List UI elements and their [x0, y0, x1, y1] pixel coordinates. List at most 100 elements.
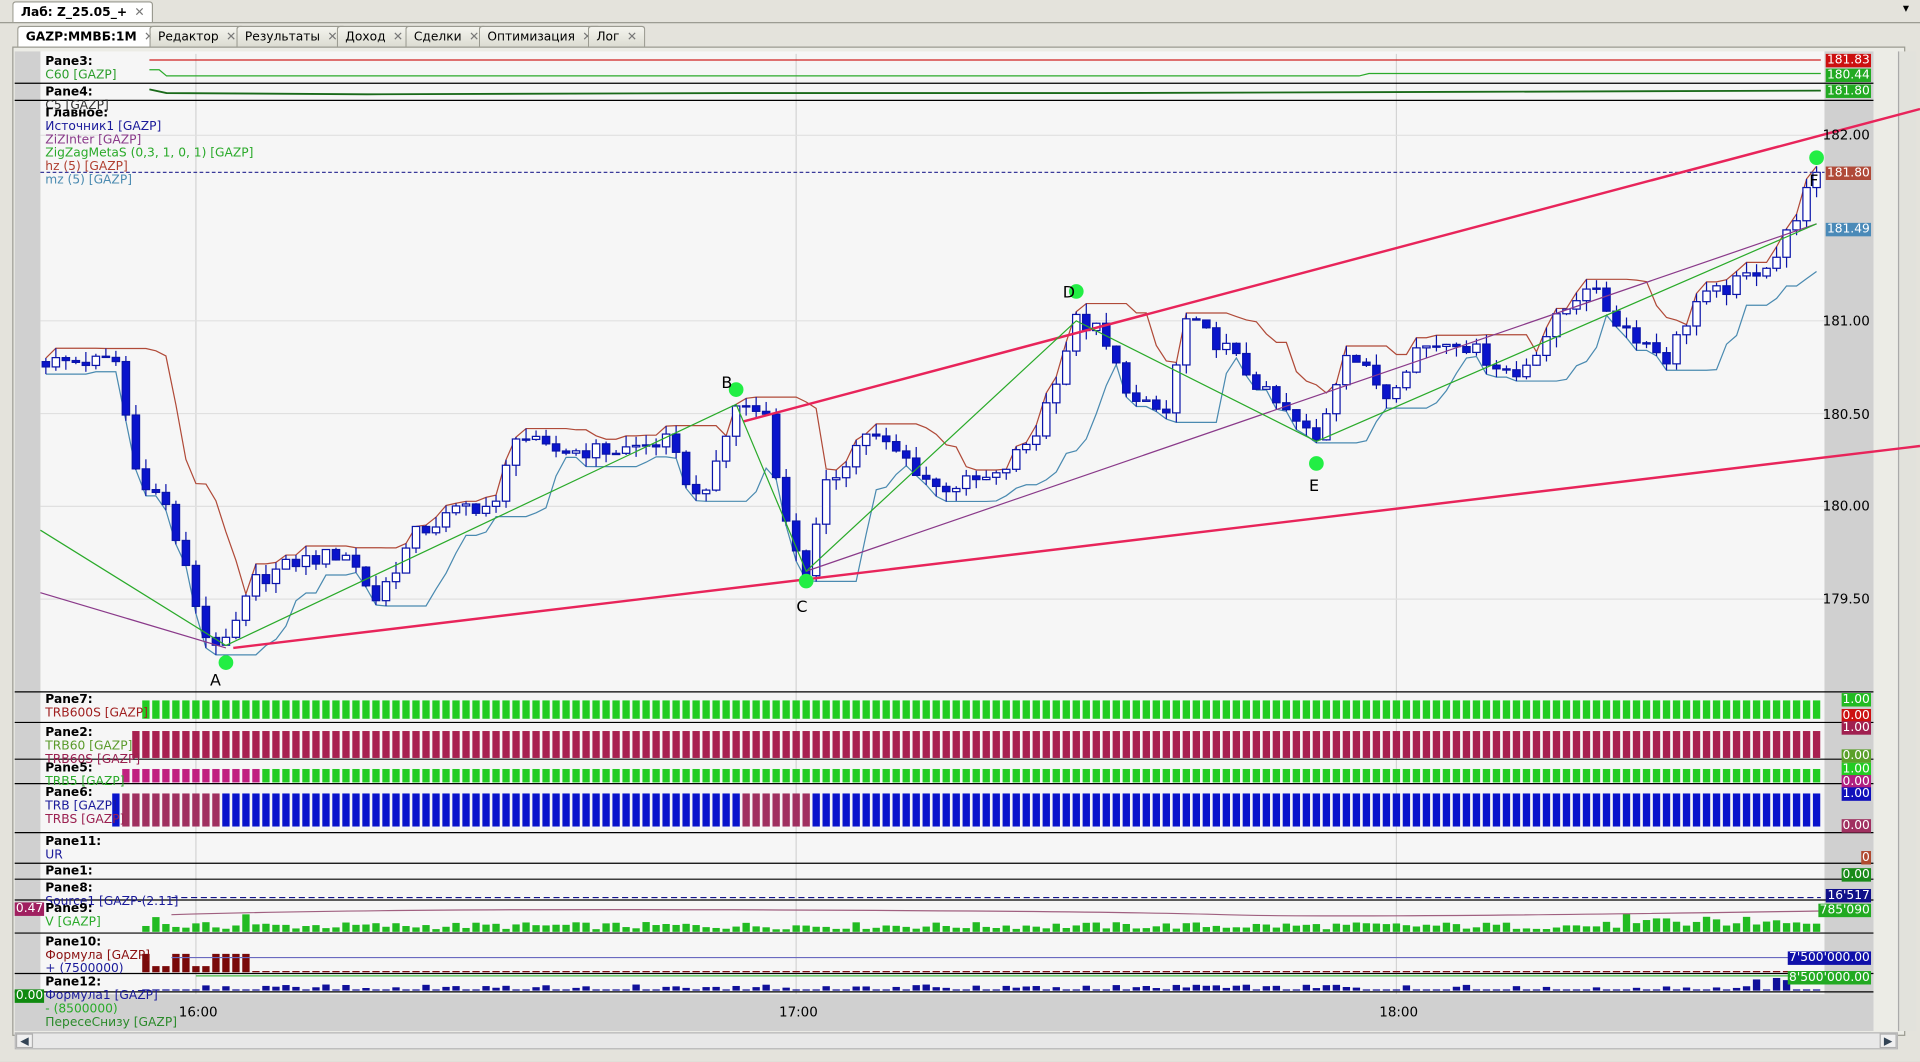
chart-canvas[interactable] — [0, 0, 1920, 1062]
formula-bar — [1272, 971, 1281, 973]
trb600s-bar — [1322, 700, 1331, 719]
formula1-bar — [642, 989, 650, 991]
formula-bar — [992, 971, 1000, 973]
trb5-bar — [1442, 768, 1451, 783]
trb60s-bar — [812, 731, 820, 758]
formula-bar — [1462, 971, 1471, 973]
trb60s-bar — [162, 731, 170, 758]
trb600s-bar — [712, 700, 720, 719]
trb-bar — [712, 793, 720, 827]
volume-bar — [692, 925, 700, 932]
trb600s-bar — [1202, 700, 1211, 719]
candle — [1592, 287, 1601, 290]
trb600s-bar — [1272, 700, 1281, 719]
trb600s-bar — [512, 700, 520, 719]
formula-bar — [382, 971, 390, 973]
volume-bar — [1002, 925, 1010, 932]
volume-bar — [1792, 922, 1801, 932]
trb600s-bar — [1252, 700, 1261, 719]
trb60s-bar — [802, 731, 810, 758]
formula1-bar — [272, 986, 280, 991]
formula1-bar — [1202, 985, 1211, 991]
trb-bar — [332, 793, 340, 827]
price-label: 181.80 — [1825, 84, 1872, 98]
hz-line — [45, 165, 1818, 597]
candle — [411, 525, 421, 549]
trb-bar — [772, 793, 780, 827]
trb60s-bar — [832, 731, 840, 758]
volume-bar — [1672, 921, 1681, 932]
trb5-bar — [212, 768, 220, 783]
trb60s-bar — [282, 731, 290, 758]
trb5-bar — [662, 768, 670, 783]
trb600s-bar — [1302, 700, 1311, 719]
trb5-bar — [142, 768, 150, 783]
trb-bar — [422, 793, 430, 827]
volume-bar — [162, 924, 170, 932]
trb-bar — [1302, 793, 1311, 827]
trb-bar — [1182, 793, 1190, 827]
volume-bar — [1622, 913, 1631, 932]
formula-bar — [1012, 971, 1020, 973]
trb-bar — [1082, 793, 1090, 827]
price-label: 0.00 — [1841, 868, 1872, 882]
formula-bar — [1092, 971, 1100, 973]
formula1-bar — [812, 989, 820, 991]
candle — [1382, 384, 1391, 400]
trb-bar — [702, 793, 710, 827]
formula1-bar — [522, 989, 530, 991]
trb600s-bar — [1242, 700, 1251, 719]
trb600s-bar — [792, 700, 800, 719]
formula1-bar — [842, 989, 850, 991]
trb600s-bar — [652, 700, 660, 719]
candle — [341, 554, 351, 561]
formula1-bar — [1112, 985, 1120, 991]
trb-bar — [1092, 793, 1100, 827]
volume-bar — [752, 926, 760, 932]
volume-bar — [1492, 924, 1501, 932]
formula-bar — [512, 971, 520, 973]
trb60s-bar — [142, 731, 150, 758]
volume-bar — [1102, 928, 1110, 932]
formula1-bar — [392, 987, 400, 991]
trb5-bar — [1292, 768, 1301, 783]
trb-bar — [542, 793, 550, 827]
volume-bar — [882, 925, 890, 932]
formula-bar — [1062, 971, 1070, 973]
trb600s-bar — [1412, 700, 1421, 719]
formula1-bar — [372, 989, 380, 991]
trb-bar — [1632, 793, 1641, 827]
formula1-bar — [852, 986, 860, 991]
formula1-bar — [1252, 989, 1261, 991]
trb600s-bar — [1602, 700, 1611, 719]
trb-bar — [192, 793, 200, 827]
trb5-bar — [1522, 768, 1531, 783]
volume-bar — [1162, 923, 1170, 932]
trb-bar — [1002, 793, 1010, 827]
trb600s-bar — [332, 700, 340, 719]
trb60s-bar — [952, 731, 960, 758]
trb600s-bar — [1522, 700, 1531, 719]
trb5-bar — [842, 768, 850, 783]
candle — [301, 555, 311, 568]
candle — [721, 435, 731, 462]
trb5-bar — [712, 768, 720, 783]
candle — [1362, 361, 1371, 366]
formula1-bar — [722, 989, 730, 991]
formula1-bar — [602, 989, 610, 991]
formula-bar — [572, 971, 580, 973]
volume-bar — [902, 926, 910, 932]
trb600s-bar — [162, 700, 170, 719]
trb-bar — [1672, 793, 1681, 827]
trb60s-bar — [1292, 731, 1301, 758]
trb600s-bar — [692, 700, 700, 719]
trb-bar — [1522, 793, 1531, 827]
trb-bar — [452, 793, 460, 827]
trb5-bar — [372, 768, 380, 783]
formula1-bar — [1482, 989, 1491, 991]
trb600s-bar — [1542, 700, 1551, 719]
trb600s-bar — [1622, 700, 1631, 719]
formula1-bar — [1332, 984, 1341, 991]
formula1-bar — [182, 989, 190, 991]
candle — [1162, 408, 1171, 414]
